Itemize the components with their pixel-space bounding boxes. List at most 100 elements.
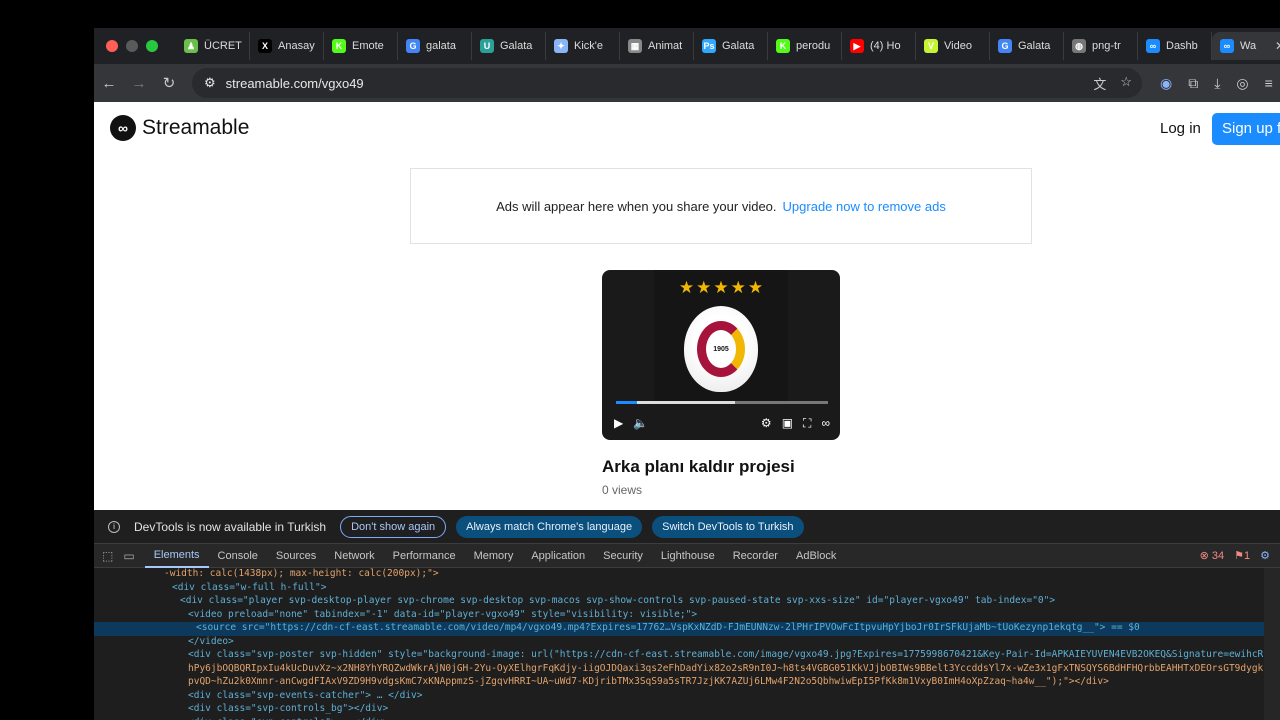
dont-show-again-button[interactable]: Don't show again	[340, 515, 447, 538]
dom-node-line[interactable]: <div class="svp-events-catcher"> … </div…	[94, 690, 1280, 704]
tab-4[interactable]: U Galata	[472, 32, 546, 60]
site-settings-icon[interactable]: ⚙	[204, 75, 216, 91]
dom-node-line[interactable]: </video>	[94, 636, 1280, 650]
back-button[interactable]: ←	[94, 75, 124, 92]
devtools-tab-adblock[interactable]: AdBlock	[787, 544, 845, 568]
galatasaray-crest-icon: 1905	[684, 306, 758, 392]
extension-icon[interactable]: ◉	[1160, 75, 1172, 92]
performance-icon[interactable]: ◎	[1236, 75, 1248, 92]
tab-5[interactable]: ✦ Kick'e	[546, 32, 620, 60]
fullscreen-icon[interactable]: ⛶	[803, 416, 811, 431]
devtools-settings-icon[interactable]: ⚙	[1260, 549, 1270, 562]
extensions-puzzle-icon[interactable]: ⧉	[1188, 75, 1198, 92]
video-player[interactable]: ★★★★★ 1905 ▶ 🔈 ⚙ ▣ ⛶ ∞	[602, 270, 840, 440]
devtools-tab-recorder[interactable]: Recorder	[724, 544, 787, 568]
device-toolbar-icon[interactable]: ▭	[123, 549, 134, 563]
upgrade-link[interactable]: Upgrade now to remove ads	[783, 199, 946, 214]
inspect-element-icon[interactable]: ⬚	[102, 549, 113, 563]
devtools-tab-elements[interactable]: Elements	[144, 544, 209, 568]
tab-label: Kick'e	[574, 40, 603, 52]
tab-label: (4) Ho	[870, 40, 901, 52]
menu-icon[interactable]: ≡	[1265, 75, 1273, 92]
styles-sidebar[interactable]	[1264, 568, 1280, 720]
play-icon[interactable]: ▶	[614, 416, 623, 430]
view-count: 0 views	[602, 483, 643, 497]
tab-label: Video	[944, 40, 972, 52]
tab-11[interactable]: G Galata	[990, 32, 1064, 60]
window-controls	[106, 40, 158, 52]
devtools-tab-memory[interactable]: Memory	[465, 544, 523, 568]
devtools-tab-lighthouse[interactable]: Lighthouse	[652, 544, 724, 568]
settings-gear-icon[interactable]: ⚙	[761, 416, 772, 431]
tab-0[interactable]: ♟ ÜCRET	[176, 32, 250, 60]
close-tab-icon[interactable]: ✕	[1275, 39, 1280, 53]
dom-node-line[interactable]: pvQD~hZu2k0Xmnr-anCwgdFIAxV9ZD9H9vdgsKmC…	[94, 676, 1280, 690]
devtools-tab-security[interactable]: Security	[594, 544, 652, 568]
tab-list: ♟ ÜCRET X Anasay K Emote Ggalata U Galata ✦ Kick'e…	[176, 32, 1212, 60]
tab-label: Emote	[352, 40, 384, 52]
issue-count-value: 1	[1244, 550, 1251, 562]
dom-node-line[interactable]: <div class="svp-controls"> … </div>	[94, 717, 1280, 720]
tab-active[interactable]: ∞ Wa ✕	[1212, 32, 1280, 60]
ad-text: Ads will appear here when you share your…	[496, 198, 777, 214]
tab-6[interactable]: ▦ Animat	[620, 32, 694, 60]
forward-button[interactable]: →	[124, 75, 154, 92]
progress-fill	[616, 401, 735, 404]
close-window-button[interactable]	[106, 40, 118, 52]
reload-button[interactable]: ↻	[154, 74, 184, 92]
x-icon: X	[258, 39, 272, 53]
anim-icon: ▦	[628, 39, 642, 53]
signup-button[interactable]: Sign up fo	[1212, 113, 1280, 145]
streamable-player-icon[interactable]: ∞	[821, 416, 830, 431]
dom-node-line[interactable]: hPy6jbOQBQRIpxIu4kUcDuvXz~x2NH8YhYRQZwdW…	[94, 663, 1280, 677]
bookmark-star-icon[interactable]: ☆	[1120, 74, 1132, 93]
tab-label: galata	[426, 40, 456, 52]
match-language-button[interactable]: Always match Chrome's language	[456, 515, 643, 538]
progress-bar[interactable]	[616, 401, 828, 404]
streamable-logo[interactable]: ∞ Streamable	[110, 115, 249, 141]
dom-node-line[interactable]: <div class="player svp-desktop-player sv…	[94, 595, 1280, 609]
address-bar[interactable]: ⚙ streamable.com/vgxo49 文 ☆	[192, 68, 1142, 98]
dom-node-line[interactable]: <div class="w-full h-full">	[94, 582, 1280, 596]
devtools-tab-console[interactable]: Console	[209, 544, 267, 568]
tab-10[interactable]: V Video	[916, 32, 990, 60]
tab-8[interactable]: Kperodu	[768, 32, 842, 60]
selected-dom-node[interactable]: <source src="https://cdn-cf-east.streama…	[94, 622, 1280, 636]
devtools-tab-performance[interactable]: Performance	[384, 544, 465, 568]
logo-text: Streamable	[142, 116, 250, 139]
globe-icon: ◍	[1072, 39, 1086, 53]
dom-node-line[interactable]: <div class="svp-poster svp-hidden" style…	[94, 649, 1280, 663]
toolbar: ← → ↻ ⚙ streamable.com/vgxo49 文 ☆ ◉ ⧉ ⤓ …	[94, 64, 1280, 102]
zoom-window-button[interactable]	[146, 40, 158, 52]
browser-window: ♟ ÜCRET X Anasay K Emote Ggalata U Galata ✦ Kick'e…	[94, 28, 1280, 720]
translate-icon[interactable]: 文	[1093, 74, 1106, 93]
info-icon: i	[108, 520, 120, 533]
tab-label: Galata	[722, 40, 755, 52]
volume-icon[interactable]: 🔈	[633, 416, 648, 430]
player-controls: ▶ 🔈 ⚙ ▣ ⛶ ∞	[614, 414, 830, 432]
download-icon[interactable]: ⤓	[1214, 75, 1220, 92]
tab-7[interactable]: Ps Galata	[694, 32, 768, 60]
picture-in-picture-icon[interactable]: ▣	[782, 416, 793, 431]
minimize-window-button[interactable]	[126, 40, 138, 52]
devtools-tab-sources[interactable]: Sources	[267, 544, 325, 568]
dom-node-line[interactable]: -width: calc(1438px); max-height: calc(2…	[94, 568, 1280, 582]
tab-label: perodu	[796, 40, 831, 52]
tab-3[interactable]: Ggalata	[398, 32, 472, 60]
switch-devtools-button[interactable]: Switch DevTools to Turkish	[652, 515, 804, 538]
devtools-tab-application[interactable]: Application	[522, 544, 594, 568]
error-count[interactable]: ⊗ 34	[1200, 549, 1225, 562]
dom-node-line[interactable]: <div class="svp-controls_bg"></div>	[94, 703, 1280, 717]
tab-label: Dashb	[1166, 40, 1198, 52]
devtools-tabbar: ⬚ ▭ Elements Console Sources Network Perform…	[94, 544, 1280, 568]
tab-12[interactable]: ◍ png-tr	[1064, 32, 1138, 60]
tab-9[interactable]: ▶ (4) Ho	[842, 32, 916, 60]
tab-13[interactable]: ∞ Dashb	[1138, 32, 1212, 60]
tab-1[interactable]: X Anasay	[250, 32, 324, 60]
elements-panel[interactable]: -width: calc(1438px); max-height: calc(2…	[94, 568, 1280, 720]
devtools-tab-network[interactable]: Network	[325, 544, 383, 568]
login-link[interactable]: Log in	[1160, 120, 1201, 137]
issue-count[interactable]: ⚑1	[1234, 549, 1250, 562]
dom-node-line[interactable]: <video preload="none" tabindex="-1" data…	[94, 609, 1280, 623]
tab-2[interactable]: K Emote	[324, 32, 398, 60]
